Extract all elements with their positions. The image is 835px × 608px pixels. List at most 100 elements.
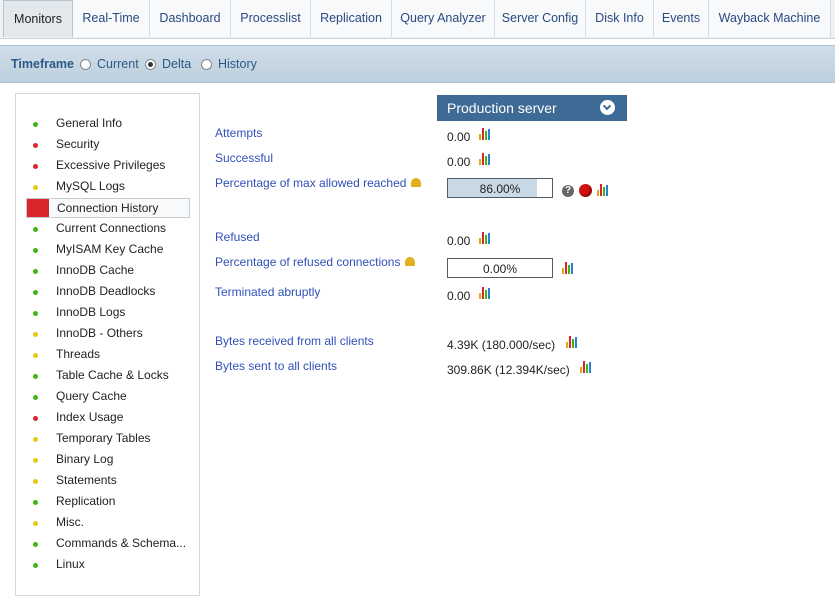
chart-bar	[485, 290, 487, 299]
sidebar-item[interactable]: Temporary Tables	[26, 429, 190, 449]
pct-refused-progress: 0.00%	[447, 258, 553, 278]
status-indicator-icon	[33, 227, 38, 232]
sidebar-item[interactable]: Threads	[26, 345, 190, 365]
sidebar-item[interactable]: Binary Log	[26, 450, 190, 470]
bar-chart-icon[interactable]	[566, 336, 579, 348]
timeframe-bar: Timeframe Current Delta History	[0, 45, 835, 83]
status-indicator-icon	[33, 416, 38, 421]
sidebar-item[interactable]: InnoDB - Others	[26, 324, 190, 344]
terminated-label[interactable]: Terminated abruptly	[215, 285, 320, 299]
refused-label[interactable]: Refused	[215, 230, 260, 244]
chart-bar	[485, 156, 487, 165]
timeframe-history-radio[interactable]: History	[201, 57, 257, 71]
sidebar-item-label: Query Cache	[56, 389, 127, 403]
sidebar-item[interactable]: InnoDB Logs	[26, 303, 190, 323]
status-indicator-icon	[33, 500, 38, 505]
chart-bar	[482, 153, 484, 165]
sidebar-item[interactable]: General Info	[26, 114, 190, 134]
sidebar-item[interactable]: Query Cache	[26, 387, 190, 407]
sidebar-item[interactable]: Misc.	[26, 513, 190, 533]
sidebar-item[interactable]: Statements	[26, 471, 190, 491]
sidebar-item-label: General Info	[56, 116, 123, 130]
bar-chart-icon[interactable]	[479, 232, 492, 244]
sidebar-item[interactable]: Security	[26, 135, 190, 155]
server-selector[interactable]: Production server	[437, 95, 627, 121]
tab-wayback-machine[interactable]: Wayback Machine	[709, 0, 831, 37]
sidebar-item-label: InnoDB Cache	[56, 263, 135, 277]
status-indicator-icon	[33, 248, 38, 253]
sidebar-item-label: Statements	[56, 473, 117, 487]
radio-button-icon[interactable]	[145, 58, 156, 70]
tab-dashboard[interactable]: Dashboard	[150, 0, 231, 37]
tab-real-time[interactable]: Real-Time	[73, 0, 150, 37]
sidebar-item[interactable]: MyISAM Key Cache	[26, 240, 190, 260]
tab-query-analyzer[interactable]: Query Analyzer	[392, 0, 495, 37]
tab-replication[interactable]: Replication	[311, 0, 392, 37]
sidebar-item[interactable]: Index Usage	[26, 408, 190, 428]
bytes-received-value: 4.39K (180.000/sec)	[447, 338, 556, 352]
chart-bar	[566, 342, 568, 348]
chart-bar	[597, 190, 599, 196]
sidebar-item[interactable]: InnoDB Deadlocks	[26, 282, 190, 302]
status-indicator-icon	[33, 395, 38, 400]
radio-button-icon[interactable]	[201, 58, 212, 70]
sidebar-item[interactable]: Commands & Schema...	[26, 534, 190, 554]
successful-label[interactable]: Successful	[215, 151, 273, 165]
bar-chart-icon[interactable]	[479, 153, 492, 165]
timeframe-current-radio[interactable]: Current	[80, 57, 139, 71]
pct-max-progress: 86.00%	[447, 178, 553, 198]
monitor-tabs: Monitors Real-Time Dashboard Processlist…	[0, 0, 835, 39]
sidebar-item[interactable]: Replication	[26, 492, 190, 512]
chart-bar	[600, 184, 602, 196]
status-indicator-icon	[33, 353, 38, 358]
radio-label: Delta	[162, 57, 192, 71]
sidebar-item[interactable]: MySQL Logs	[26, 177, 190, 197]
sidebar-item-label: Security	[56, 137, 100, 151]
bytes-sent-label[interactable]: Bytes sent to all clients	[215, 359, 337, 373]
attempts-label[interactable]: Attempts	[215, 126, 262, 140]
sidebar-item-label: Commands & Schema...	[56, 536, 187, 550]
chart-bar	[479, 134, 481, 140]
sidebar-item[interactable]: InnoDB Cache	[26, 261, 190, 281]
chevron-down-icon[interactable]	[600, 100, 615, 115]
status-indicator-icon	[33, 437, 38, 442]
status-indicator-icon	[33, 458, 38, 463]
sidebar-item[interactable]: Table Cache & Locks	[26, 366, 190, 386]
chart-bar	[586, 364, 588, 373]
tab-processlist[interactable]: Processlist	[231, 0, 311, 37]
tab-events[interactable]: Events	[654, 0, 709, 37]
timeframe-delta-radio[interactable]: Delta	[145, 57, 191, 71]
bytes-received-label[interactable]: Bytes received from all clients	[215, 334, 374, 348]
help-icon[interactable]: ?	[562, 185, 574, 197]
bar-chart-icon[interactable]	[562, 262, 575, 274]
chart-bar	[482, 128, 484, 140]
bar-chart-icon[interactable]	[479, 128, 492, 140]
status-indicator-icon	[33, 332, 38, 337]
bar-chart-icon[interactable]	[479, 287, 492, 299]
chart-bar	[488, 129, 490, 140]
sidebar-item-label: InnoDB - Others	[56, 326, 143, 340]
status-indicator-icon	[33, 164, 38, 169]
sidebar-item[interactable]: Linux	[26, 555, 190, 575]
bar-chart-icon[interactable]	[597, 184, 610, 196]
tab-monitors[interactable]: Monitors	[3, 0, 73, 37]
sidebar-item-label: Excessive Privileges	[56, 158, 166, 172]
radio-label: History	[218, 57, 257, 71]
sidebar-item[interactable]: Connection History	[26, 198, 190, 218]
bar-chart-icon[interactable]	[580, 361, 593, 373]
pct-max-label[interactable]: Percentage of max allowed reached	[215, 176, 422, 190]
sidebar-item[interactable]: Excessive Privileges	[26, 156, 190, 176]
chart-bar	[565, 262, 567, 274]
bell-icon	[411, 178, 422, 187]
sidebar-item-label: Replication	[56, 494, 116, 508]
pct-refused-label[interactable]: Percentage of refused connections	[215, 255, 416, 269]
chart-bar	[583, 361, 585, 373]
tab-disk-info[interactable]: Disk Info	[586, 0, 654, 37]
sidebar-item-label: Index Usage	[56, 410, 124, 424]
chart-bar	[482, 232, 484, 244]
chart-bar	[479, 293, 481, 299]
sidebar-item[interactable]: Current Connections	[26, 219, 190, 239]
radio-button-icon[interactable]	[80, 58, 91, 70]
tab-server-config[interactable]: Server Config	[495, 0, 586, 37]
server-name: Production server	[447, 100, 557, 116]
